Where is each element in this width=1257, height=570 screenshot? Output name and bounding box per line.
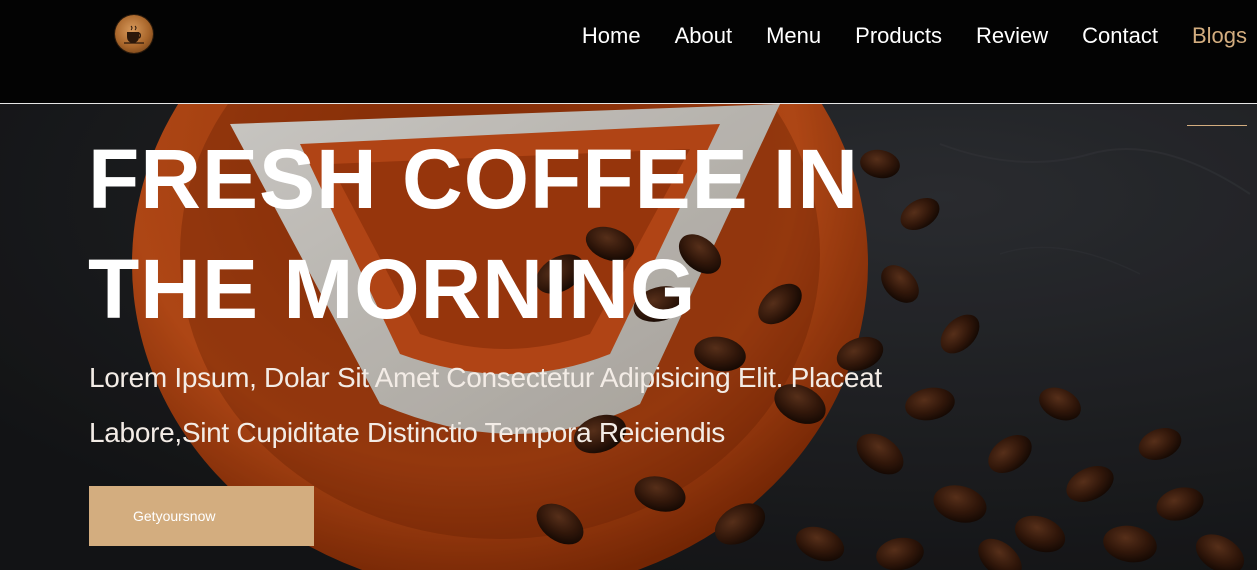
- nav-menu[interactable]: Menu: [766, 22, 821, 50]
- hero-title: FRESH COFFEE IN THE MORNING: [88, 132, 860, 336]
- site-header: Home About Menu Products Review Contact …: [0, 0, 1257, 104]
- nav-about[interactable]: About: [675, 22, 733, 50]
- accent-line: [1187, 125, 1247, 126]
- main-nav: Home About Menu Products Review Contact …: [548, 22, 1247, 50]
- get-yours-now-button[interactable]: Getyoursnow: [89, 486, 314, 546]
- nav-contact[interactable]: Contact: [1082, 22, 1158, 50]
- hero-section: FRESH COFFEE IN THE MORNING Lorem Ipsum,…: [0, 104, 1257, 570]
- nav-products[interactable]: Products: [855, 22, 942, 50]
- nav-home[interactable]: Home: [582, 22, 641, 50]
- nav-blogs[interactable]: Blogs: [1192, 22, 1247, 50]
- hero-description: Lorem Ipsum, Dolar Sit Amet Consectetur …: [89, 362, 882, 448]
- logo-icon[interactable]: [115, 15, 153, 53]
- nav-review[interactable]: Review: [976, 22, 1048, 50]
